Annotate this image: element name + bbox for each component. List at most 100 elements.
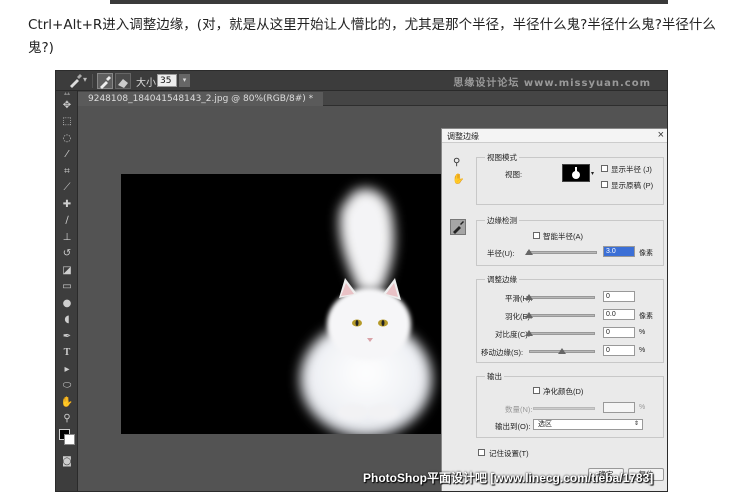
smart-radius-label: 智能半径(A) [543,232,583,241]
lasso-tool-icon[interactable]: ◌ [56,130,78,147]
document-tab-bar: 9248108_184041548143_2.jpg @ 80%(RGB/8#)… [78,91,667,106]
contrast-unit: % [639,329,646,336]
shift-edge-value-input[interactable]: 0 [603,345,635,356]
amount-unit: % [639,404,646,411]
radius-unit: 像素 [639,250,653,257]
feather-slider[interactable] [529,314,595,317]
move-tool-icon[interactable]: ✥ [56,97,78,114]
size-input[interactable]: 35 [157,74,177,87]
toolbox: ▴▴ ✥ ⬚ ◌ ⁄ ⌗ ⟋ ✚ ∕ ⊥ ↺ ◪ ▭ ● ◖ ✒ T ▸ ⬭ ✋… [56,91,78,491]
output-to-value: 选区 [538,421,552,428]
output-to-select[interactable]: 选区 ⇕ [533,419,643,430]
decontaminate-colors-checkbox[interactable] [533,387,540,394]
edge-detection-section-label: 边缘检测 [485,215,519,226]
brush-tool-icon[interactable] [68,74,82,88]
radius-value-input[interactable]: 3.0 [603,246,635,257]
history-brush-tool-icon[interactable]: ↺ [56,246,78,263]
view-preview-thumbnail[interactable] [562,164,590,182]
output-to-label: 输出到(O): [495,422,531,431]
healing-tool-icon[interactable]: ✚ [56,196,78,213]
show-original-label: 显示原稿 (P) [611,181,654,190]
bottom-watermark: PhotoShop平面设计吧 [www.linecg.com/tieba/178… [363,471,654,485]
adjust-edge-section-label: 调整边缘 [485,274,519,285]
crop-tool-icon[interactable]: ⌗ [56,163,78,180]
blur-tool-icon[interactable]: ● [56,295,78,312]
tool-preset-caret-icon[interactable]: ▾ [83,75,87,84]
amount-slider [533,407,595,410]
refine-brush-icon [453,221,464,234]
smart-radius-checkbox[interactable] [533,232,540,239]
feather-value-input[interactable]: 0.0 [603,309,635,320]
dialog-titlebar: 调整边缘 × [442,129,667,143]
refine-radius-tool-button[interactable] [97,73,113,89]
radius-slider-thumb[interactable] [525,249,534,255]
quick-select-tool-icon[interactable]: ⁄ [56,147,78,164]
hand-icon[interactable]: ✋ [452,174,464,185]
stamp-tool-icon[interactable]: ⊥ [56,229,78,246]
show-original-checkbox[interactable] [601,181,608,188]
amount-value-input [603,402,635,413]
select-arrows-icon: ⇕ [633,421,639,427]
smooth-slider[interactable] [529,296,595,299]
eraser-tool-icon[interactable]: ◪ [56,262,78,279]
view-label: 视图: [505,170,523,179]
show-radius-checkbox[interactable] [601,165,608,172]
photoshop-window: ▾ 大小: 35 ▾ 思缘设计论坛 www.missyuan.com 92481… [55,70,668,492]
shift-edge-label: 移动边缘(S): [481,348,524,357]
dodge-tool-icon[interactable]: ◖ [56,312,78,329]
output-section-label: 输出 [485,371,504,382]
size-dropdown-icon[interactable]: ▾ [179,74,190,87]
feather-unit: 像素 [639,313,653,320]
pen-tool-icon[interactable]: ✒ [56,328,78,345]
refine-radius-tool-button[interactable] [450,219,466,235]
options-separator [92,74,93,88]
top-dark-strip [110,0,668,4]
radius-slider[interactable] [527,251,597,254]
refine-edge-dialog: 调整边缘 × ⚲ ✋ 视图模式 视图: ▾ 显示半径 (J) 显示原稿 (P) … [441,128,667,491]
marquee-tool-icon[interactable]: ⬚ [56,114,78,131]
contrast-value-input[interactable]: 0 [603,327,635,338]
brush-tool-icon[interactable]: ∕ [56,213,78,230]
adjust-edge-group: 调整边缘 平滑(H): 0 羽化(E): 0.0 像素 对比度(C): 0 % … [476,274,664,363]
zoom-icon[interactable]: ⚲ [453,157,460,168]
quick-mask-icon[interactable]: ◙ [56,453,78,470]
type-tool-icon[interactable]: T [56,345,78,362]
shift-edge-slider-thumb[interactable] [558,348,566,354]
document-tab[interactable]: 9248108_184041548143_2.jpg @ 80%(RGB/8#)… [78,92,324,106]
white-cat-image [300,188,432,434]
view-dropdown-icon[interactable]: ▾ [591,170,594,177]
smooth-slider-thumb[interactable] [525,294,533,300]
shift-edge-unit: % [639,347,646,354]
article-text: Ctrl+Alt+R进入调整边缘，(对，就是从这里开始让人懵比的，尤其是那个半径… [28,17,716,56]
path-select-tool-icon[interactable]: ▸ [56,361,78,378]
color-swatches[interactable] [56,427,78,453]
hand-tool-icon[interactable]: ✋ [56,394,78,411]
show-radius-label: 显示半径 (J) [611,165,652,174]
options-bar: ▾ 大小: 35 ▾ 思缘设计论坛 www.missyuan.com [56,71,667,91]
dialog-title: 调整边缘 [447,132,479,141]
forum-watermark: 思缘设计论坛 www.missyuan.com [453,78,651,89]
erase-refinements-tool-button[interactable] [115,73,131,89]
smooth-value-input[interactable]: 0 [603,291,635,302]
edge-detection-group: 边缘检测 智能半径(A) 半径(U): 3.0 像素 [476,215,664,266]
refine-radius-icon [100,76,111,89]
remember-settings-label: 记住设置(T) [489,449,529,458]
output-group: 输出 净化颜色(D) 数量(N): % 输出到(O): 选区 ⇕ [476,371,664,438]
shape-tool-icon[interactable]: ⬭ [56,378,78,395]
amount-label: 数量(N): [505,405,533,414]
close-icon[interactable]: × [658,129,664,141]
radius-label: 半径(U): [487,249,515,258]
decontaminate-colors-label: 净化颜色(D) [543,387,584,396]
zoom-tool-icon[interactable]: ⚲ [56,411,78,428]
eraser-icon [118,79,128,88]
contrast-slider-thumb[interactable] [525,330,533,336]
eyedropper-tool-icon[interactable]: ⟋ [56,180,78,197]
remember-settings-checkbox[interactable] [478,449,485,456]
contrast-slider[interactable] [529,332,595,335]
feather-slider-thumb[interactable] [525,312,533,318]
image-canvas[interactable] [121,174,441,434]
background-color-swatch[interactable] [64,434,75,445]
size-label: 大小: [136,78,160,89]
view-mode-group: 视图模式 视图: ▾ 显示半径 (J) 显示原稿 (P) [476,152,664,205]
gradient-tool-icon[interactable]: ▭ [56,279,78,296]
